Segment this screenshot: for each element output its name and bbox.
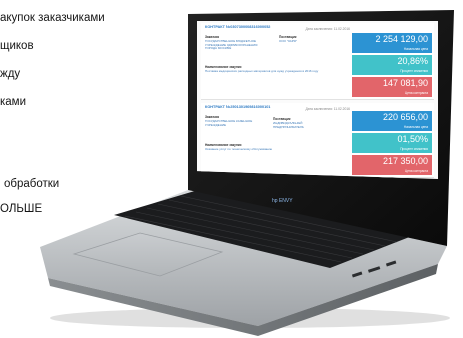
initial-price-caption: Начальная цена [403,47,428,51]
contract-title[interactable]: КОНТРАКТ №0307300008316000052 [205,25,270,29]
discount-value: 01,50% [397,134,428,144]
brand-logo: hp ENVY [272,198,293,204]
discount-value: 20,86% [397,56,428,66]
contract-card-1[interactable]: КОНТРАКТ №0307300008316000052 Дата заклю… [201,23,434,100]
discount-caption: Процент снижения [400,147,428,151]
contract-date: Дата заключения: 11.02.2016 [305,27,350,31]
supplier-text[interactable]: ООО "ЗАРЯ" [279,39,339,44]
supplier-text[interactable]: ИНДИВИДУАЛЬНЫЙ ПРЕДПРИНИМАТЕЛЬ [273,121,333,129]
screen-content: КОНТРАКТ №0307300008316000052 Дата заклю… [197,21,438,179]
contract-title[interactable]: КОНТРАКТ №2501301969816000101 [205,105,270,109]
initial-price-caption: Начальная цена [403,125,428,129]
contract-price-caption: Цена контракта [404,169,428,173]
subject-text: Оказание услуг по техническому обслужива… [205,147,273,151]
contract-price-caption: Цена контракта [404,91,428,95]
contract-price-tile: 147 081,90 Цена контракта [352,77,432,97]
laptop-screen: КОНТРАКТ №0307300008316000052 Дата заклю… [197,21,438,179]
contract-price-value: 217 350,00 [382,156,428,166]
contract-card-2[interactable]: КОНТРАКТ №2501301969816000101 Дата заклю… [201,103,434,178]
customer-text[interactable]: ГОСУДАРСТВЕННОЕ БЮДЖЕТНОЕ УЧРЕЖДЕНИЕ ЗДР… [205,39,261,51]
discount-tile: 01,50% Процент снижения [352,133,432,153]
initial-price-value: 220 656,00 [382,112,428,122]
discount-caption: Процент снижения [400,69,428,73]
initial-price-value: 2 254 129,00 [375,34,428,44]
contract-date: Дата заключения: 11.02.2016 [305,107,350,111]
initial-price-tile: 220 656,00 Начальная цена [352,111,432,131]
subject-text: Поставка медицинских расходных материало… [205,69,319,73]
contract-price-tile: 217 350,00 Цена контракта [352,155,432,175]
customer-text[interactable]: ГОСУДАРСТВЕННОЕ КАЗЕННОЕ УЧРЕЖДЕНИЕ [205,119,261,127]
initial-price-tile: 2 254 129,00 Начальная цена [352,33,432,53]
discount-tile: 20,86% Процент снижения [352,55,432,75]
contract-price-value: 147 081,90 [382,78,428,88]
